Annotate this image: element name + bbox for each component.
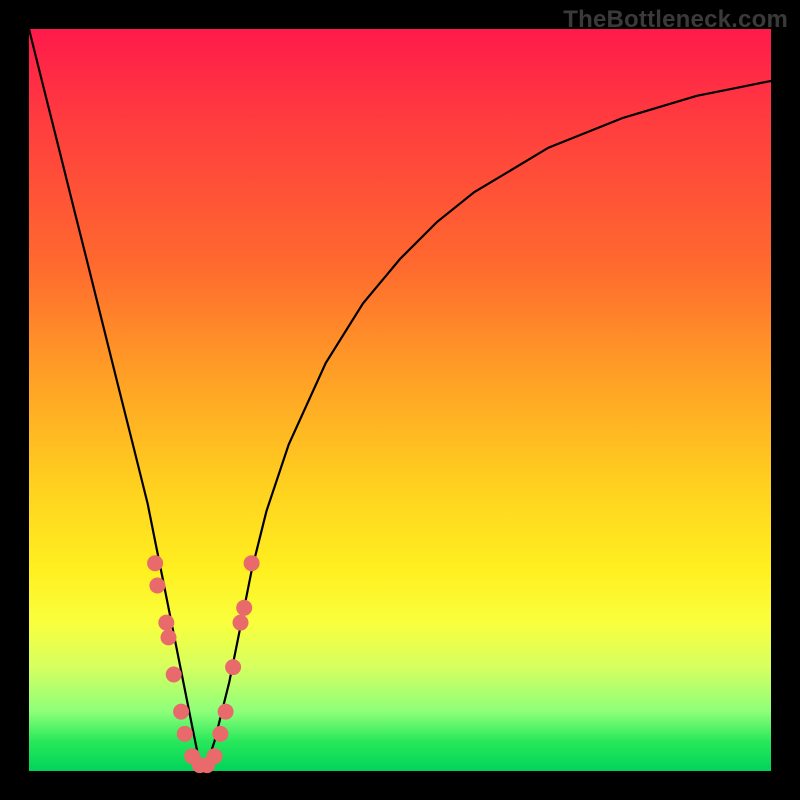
curve-marker [149,578,165,594]
curve-marker [225,659,241,675]
curve-marker [147,555,163,571]
curve-marker [177,726,193,742]
bottleneck-curve [29,29,771,764]
curve-marker [207,748,223,764]
curve-markers [147,555,260,773]
curve-marker [161,629,177,645]
curve-marker [173,704,189,720]
curve-marker [244,555,260,571]
curve-marker [158,615,174,631]
outer-frame: TheBottleneck.com [0,0,800,800]
curve-marker [236,600,252,616]
curve-marker [212,726,228,742]
curve-marker [233,615,249,631]
curve-svg [29,29,771,771]
curve-marker [218,704,234,720]
curve-marker [166,667,182,683]
